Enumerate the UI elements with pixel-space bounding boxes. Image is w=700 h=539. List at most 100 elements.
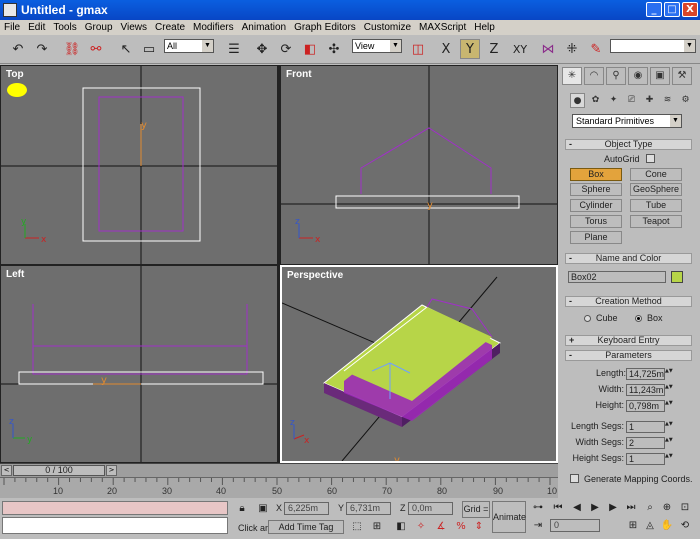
next-frame-icon[interactable]: ▶ [606, 501, 620, 515]
zoom-icon[interactable]: ⌕ [643, 501, 657, 515]
snap-3d-icon[interactable]: ✧ [414, 520, 428, 534]
axis-y-button[interactable]: Y [460, 39, 480, 59]
coord-z-field[interactable]: 0,0m [408, 502, 453, 515]
sphere-button[interactable]: Sphere [570, 183, 622, 196]
coord-x-field[interactable]: 6,225m [284, 502, 329, 515]
time-config-icon[interactable]: ⇥ [531, 519, 545, 533]
display-tab-icon[interactable]: ▣ [650, 67, 670, 85]
select-objects-icon[interactable]: ⊞ [370, 520, 384, 534]
viewport-top[interactable]: Top y x y [0, 65, 278, 265]
align-icon[interactable]: ⁜ [562, 39, 582, 59]
previous-frame-icon[interactable]: ◀ [570, 501, 584, 515]
width-field[interactable]: 11,243m [626, 384, 665, 396]
menu-maxscript[interactable]: MAXScript [415, 22, 470, 33]
width-spinner[interactable]: ▲▼ [665, 384, 673, 396]
width-segs-spinner[interactable]: ▲▼ [665, 437, 673, 449]
hierarchy-tab-icon[interactable]: ⚲ [606, 67, 626, 85]
play-icon[interactable]: ▶ [588, 501, 602, 515]
zoom-extents-icon[interactable]: ⊡ [678, 501, 692, 515]
parameters-rollout[interactable]: - Parameters [565, 350, 692, 361]
cylinder-button[interactable]: Cylinder [570, 199, 622, 212]
geometry-icon[interactable]: ● [570, 93, 585, 108]
named-selection-icon[interactable]: ✎ [586, 39, 606, 59]
animate-button[interactable]: Animate [492, 501, 526, 533]
height-field[interactable]: 0,798m [626, 400, 665, 412]
gen-mapping-checkbox[interactable] [570, 474, 579, 483]
absolute-mode-icon[interactable]: ▣ [256, 502, 270, 516]
time-slider[interactable]: < 0 / 100 > [0, 463, 558, 477]
menu-animation[interactable]: Animation [238, 22, 290, 33]
go-to-start-icon[interactable]: ⏮ [551, 501, 565, 515]
reference-coord-select[interactable]: View [352, 39, 402, 53]
length-spinner[interactable]: ▲▼ [665, 368, 673, 380]
axis-z-button[interactable]: Z [484, 39, 504, 59]
length-field[interactable]: 14,725m [626, 368, 665, 380]
undo-icon[interactable]: ↶ [8, 39, 28, 59]
cameras-icon[interactable]: ⎚ [624, 93, 639, 108]
modify-tab-icon[interactable]: ◠ [584, 67, 604, 85]
name-color-rollout[interactable]: - Name and Color [565, 253, 692, 264]
torus-button[interactable]: Torus [570, 215, 622, 228]
zoom-all-icon[interactable]: ⊕ [660, 501, 674, 515]
coord-y-field[interactable]: 6,731m [346, 502, 391, 515]
rotate-icon[interactable]: ⟳ [276, 39, 296, 59]
minimize-button[interactable]: _ [646, 2, 662, 17]
viewport-left[interactable]: Left y y z [0, 265, 278, 463]
percent-snap-icon[interactable]: % [454, 520, 468, 534]
object-name-field[interactable]: Box02 [568, 271, 666, 283]
select-by-name-icon[interactable]: ☰ [224, 39, 244, 59]
track-bar[interactable]: 10 20 30 40 50 60 70 80 90 10 [0, 477, 558, 498]
helpers-icon[interactable]: ✚ [642, 93, 657, 108]
box-radio[interactable] [635, 315, 642, 322]
move-icon[interactable]: ✥ [252, 39, 272, 59]
keyboard-entry-rollout[interactable]: + Keyboard Entry [565, 335, 692, 346]
time-prev-button[interactable]: < [1, 465, 12, 476]
autogrid-checkbox[interactable] [646, 154, 655, 163]
create-tab-icon[interactable]: ✳ [562, 67, 582, 85]
menu-help[interactable]: Help [470, 22, 499, 33]
viewport-front[interactable]: Front y x z [280, 65, 558, 265]
box-button[interactable]: Box [570, 168, 622, 181]
object-color-swatch[interactable] [671, 271, 683, 283]
spinner-snap-icon[interactable]: ⇕ [472, 520, 486, 534]
maxscript-listener-mini[interactable] [2, 501, 228, 515]
motion-tab-icon[interactable]: ◉ [628, 67, 648, 85]
cube-icon[interactable]: ◧ [394, 520, 408, 534]
menu-group[interactable]: Group [81, 22, 117, 33]
shapes-icon[interactable]: ✿ [588, 93, 603, 108]
zoom-extents-all-icon[interactable]: ⊞ [626, 519, 640, 533]
cone-button[interactable]: Cone [630, 168, 682, 181]
height-spinner[interactable]: ▲▼ [665, 400, 673, 412]
key-mode-icon[interactable]: ⊶ [531, 501, 545, 515]
add-time-tag-button[interactable]: Add Time Tag [268, 520, 344, 534]
menu-graph-editors[interactable]: Graph Editors [290, 22, 360, 33]
go-to-end-icon[interactable]: ⏭ [624, 501, 638, 515]
geosphere-button[interactable]: GeoSphere [630, 183, 682, 196]
menu-create[interactable]: Create [151, 22, 189, 33]
length-segs-spinner[interactable]: ▲▼ [665, 421, 673, 433]
width-segs-field[interactable]: 2 [626, 437, 665, 449]
menu-file[interactable]: File [0, 22, 24, 33]
redo-icon[interactable]: ↷ [32, 39, 52, 59]
time-next-button[interactable]: > [106, 465, 117, 476]
pan-icon[interactable]: ✋ [660, 519, 674, 533]
utilities-tab-icon[interactable]: ⚒ [672, 67, 692, 85]
menu-views[interactable]: Views [117, 22, 152, 33]
axis-xy-button[interactable]: XY [510, 39, 530, 59]
viewport-perspective[interactable]: Perspective y x z [280, 265, 558, 463]
lock-selection-icon[interactable]: 🔒︎ [235, 502, 249, 516]
spacewarps-icon[interactable]: ≋ [660, 93, 675, 108]
field-of-view-icon[interactable]: ◬ [643, 519, 657, 533]
mirror-icon[interactable]: ⋈ [538, 39, 558, 59]
angle-snap-icon[interactable]: ∡ [434, 520, 448, 534]
object-type-rollout[interactable]: - Object Type [565, 139, 692, 150]
teapot-button[interactable]: Teapot [630, 215, 682, 228]
manipulate-icon[interactable]: ✣ [324, 39, 344, 59]
named-selection-sets-select[interactable] [610, 39, 696, 53]
length-segs-field[interactable]: 1 [626, 421, 665, 433]
menu-edit[interactable]: Edit [24, 22, 49, 33]
region-select-icon[interactable]: ▭ [139, 39, 159, 59]
close-button[interactable]: X [682, 2, 698, 17]
select-object-icon[interactable]: ↖ [116, 39, 136, 59]
primitives-dropdown[interactable]: Standard Primitives [572, 114, 682, 128]
